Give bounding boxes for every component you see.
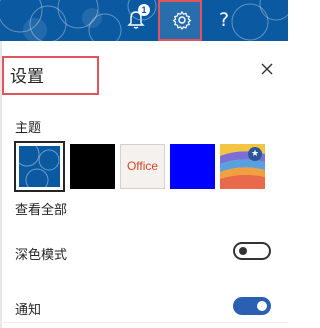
theme-blue-circles[interactable]	[14, 141, 65, 192]
notifications-label: 通知	[15, 303, 42, 318]
top-bar: 1 ?	[0, 0, 288, 41]
help-icon[interactable]: ?	[210, 8, 238, 32]
dark-mode-label: 深色模式	[15, 248, 68, 263]
notification-count-badge: 1	[138, 4, 150, 16]
panel-title: 设置	[10, 67, 44, 87]
dark-mode-toggle[interactable]	[233, 242, 271, 260]
theme-rainbow[interactable]: ★	[220, 144, 265, 189]
theme-section-label: 主题	[15, 121, 42, 136]
toggle-knob	[239, 247, 247, 255]
toggle-knob	[257, 301, 267, 311]
theme-blue[interactable]	[170, 144, 215, 189]
divider	[0, 322, 288, 323]
gear-icon[interactable]	[170, 8, 194, 32]
close-icon[interactable]	[258, 60, 276, 78]
bell-icon[interactable]: 1	[124, 4, 150, 32]
theme-office[interactable]: Office	[120, 144, 165, 189]
notifications-toggle[interactable]	[233, 297, 271, 315]
view-all-link[interactable]: 查看全部	[15, 199, 67, 218]
circle-pattern	[19, 146, 60, 187]
star-icon: ★	[248, 147, 262, 161]
theme-black[interactable]	[70, 144, 115, 189]
